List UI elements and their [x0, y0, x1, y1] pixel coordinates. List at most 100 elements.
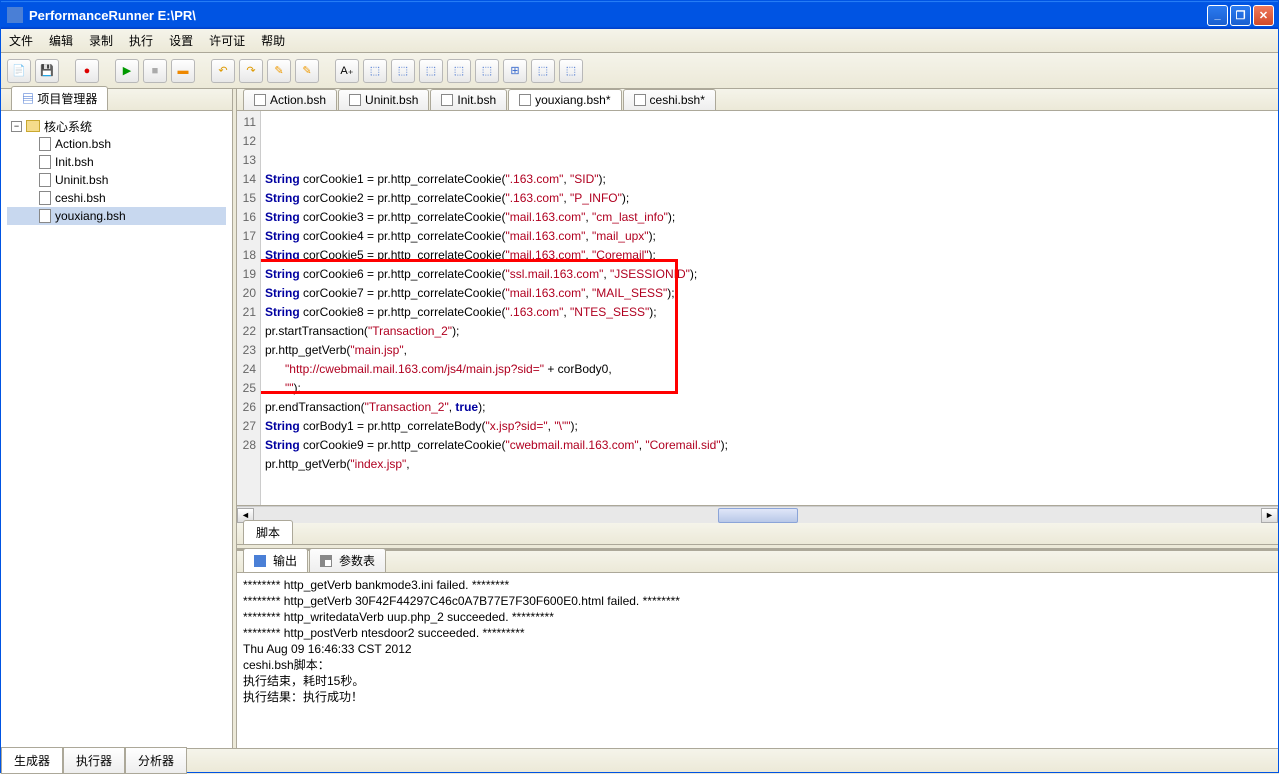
code-line: String corCookie4 = pr.http_correlateCoo…: [265, 227, 1274, 246]
editor-tab[interactable]: Init.bsh: [430, 89, 507, 110]
script-tab[interactable]: 脚本: [243, 520, 293, 544]
code-line: "http://cwebmail.mail.163.com/js4/main.j…: [265, 360, 1274, 379]
maximize-button[interactable]: ❐: [1230, 5, 1251, 26]
menubar: 文件编辑录制执行设置许可证帮助: [1, 29, 1278, 53]
code-editor[interactable]: 111213141516171819202122232425262728 Str…: [237, 111, 1278, 506]
file-icon: [441, 94, 453, 106]
bottom-tabs: 生成器执行器分析器: [1, 748, 1278, 772]
file-icon: [519, 94, 531, 106]
tool4-button[interactable]: ⬚: [447, 59, 471, 83]
output-line: ******** http_getVerb bankmode3.ini fail…: [243, 577, 1272, 593]
output-icon: [254, 555, 266, 567]
bottom-tab[interactable]: 分析器: [125, 747, 187, 774]
undo-button[interactable]: ↶: [211, 59, 235, 83]
run-button[interactable]: ▶: [115, 59, 139, 83]
code-line: String corCookie3 = pr.http_correlateCoo…: [265, 208, 1274, 227]
output-line: ceshi.bsh脚本：: [243, 657, 1272, 673]
save-button[interactable]: 💾: [35, 59, 59, 83]
editor-tab[interactable]: Uninit.bsh: [338, 89, 429, 110]
tree-root[interactable]: − 核心系统: [7, 117, 226, 135]
file-icon: [39, 191, 51, 205]
highlight2-button[interactable]: ✎: [295, 59, 319, 83]
code-line: String corCookie8 = pr.http_correlateCoo…: [265, 303, 1274, 322]
code-line: String corCookie2 = pr.http_correlateCoo…: [265, 189, 1274, 208]
file-icon: [39, 173, 51, 187]
collapse-icon[interactable]: −: [11, 121, 22, 132]
bottom-tab[interactable]: 执行器: [63, 747, 125, 774]
menu-item[interactable]: 文件: [9, 32, 33, 49]
folder-icon: [26, 120, 40, 132]
scroll-thumb[interactable]: [718, 508, 798, 523]
code-line: pr.startTransaction("Transaction_2");: [265, 322, 1274, 341]
stop-button[interactable]: ■: [143, 59, 167, 83]
menu-item[interactable]: 录制: [89, 32, 113, 49]
tool5-button[interactable]: ⬚: [475, 59, 499, 83]
output-line: ******** http_writedataVerb uup.php_2 su…: [243, 609, 1272, 625]
close-button[interactable]: ✕: [1253, 5, 1274, 26]
minimize-button[interactable]: _: [1207, 5, 1228, 26]
tree-item[interactable]: Action.bsh: [7, 135, 226, 153]
new-button[interactable]: 📄: [7, 59, 31, 83]
titlebar: PerformanceRunner E:\PR\ _ ❐ ✕: [1, 1, 1278, 29]
menu-item[interactable]: 帮助: [261, 32, 285, 49]
editor-tab[interactable]: Action.bsh: [243, 89, 337, 110]
file-icon: [39, 137, 51, 151]
output-line: ******** http_getVerb 30F42F44297C46c0A7…: [243, 593, 1272, 609]
tool1-button[interactable]: ⬚: [363, 59, 387, 83]
output-panel: 输出参数表 ******** http_getVerb bankmode3.in…: [237, 548, 1278, 748]
code-line: String corBody1 = pr.http_correlateBody(…: [265, 417, 1274, 436]
horizontal-scrollbar[interactable]: ◄ ►: [237, 506, 1278, 523]
output-tab[interactable]: 输出: [243, 548, 308, 572]
table-icon: [320, 555, 332, 567]
project-manager-tab[interactable]: ▤ 项目管理器: [11, 86, 108, 110]
bottom-tab[interactable]: 生成器: [1, 747, 63, 774]
tree-item[interactable]: ceshi.bsh: [7, 189, 226, 207]
line-gutter: 111213141516171819202122232425262728: [237, 111, 261, 505]
window-title: PerformanceRunner E:\PR\: [27, 8, 1207, 23]
editor-tab[interactable]: ceshi.bsh*: [623, 89, 716, 110]
tool8-button[interactable]: ⬚: [559, 59, 583, 83]
code-line: pr.http_getVerb("index.jsp",: [265, 455, 1274, 474]
code-line: pr.http_getVerb("main.jsp",: [265, 341, 1274, 360]
output-line: ******** http_postVerb ntesdoor2 succeed…: [243, 625, 1272, 641]
output-text[interactable]: ******** http_getVerb bankmode3.ini fail…: [237, 573, 1278, 748]
code-area[interactable]: String corCookie1 = pr.http_correlateCoo…: [261, 111, 1278, 505]
file-icon: [39, 209, 51, 223]
menu-item[interactable]: 执行: [129, 32, 153, 49]
project-tree: − 核心系统 Action.bshInit.bshUninit.bshceshi…: [1, 111, 232, 748]
code-line: String corCookie9 = pr.http_correlateCoo…: [265, 436, 1274, 455]
app-icon: [7, 7, 23, 23]
editor-tabs: Action.bshUninit.bshInit.bshyouxiang.bsh…: [237, 89, 1278, 111]
file-icon: [349, 94, 361, 106]
scroll-right-button[interactable]: ►: [1261, 508, 1278, 523]
record-button[interactable]: ●: [75, 59, 99, 83]
code-line: "");: [265, 379, 1274, 398]
tree-item[interactable]: Init.bsh: [7, 153, 226, 171]
tool2-button[interactable]: ⬚: [391, 59, 415, 83]
tool7-button[interactable]: ⬚: [531, 59, 555, 83]
menu-item[interactable]: 许可证: [209, 32, 245, 49]
output-line: 执行结束，耗时15秒。: [243, 673, 1272, 689]
pause-button[interactable]: ▬: [171, 59, 195, 83]
highlight-button[interactable]: ✎: [267, 59, 291, 83]
output-tab[interactable]: 参数表: [309, 548, 386, 572]
output-line: Thu Aug 09 16:46:33 CST 2012: [243, 641, 1272, 657]
redo-button[interactable]: ↷: [239, 59, 263, 83]
code-line: String corCookie6 = pr.http_correlateCoo…: [265, 265, 1274, 284]
file-icon: [634, 94, 646, 106]
font-button[interactable]: A₊: [335, 59, 359, 83]
tool6-button[interactable]: ⊞: [503, 59, 527, 83]
code-line: String corCookie1 = pr.http_correlateCoo…: [265, 170, 1274, 189]
code-line: String corCookie5 = pr.http_correlateCoo…: [265, 246, 1274, 265]
menu-item[interactable]: 编辑: [49, 32, 73, 49]
editor-tab[interactable]: youxiang.bsh*: [508, 89, 621, 110]
file-icon: [254, 94, 266, 106]
tool3-button[interactable]: ⬚: [419, 59, 443, 83]
menu-item[interactable]: 设置: [169, 32, 193, 49]
tree-item[interactable]: Uninit.bsh: [7, 171, 226, 189]
output-line: 执行结果：执行成功！: [243, 689, 1272, 705]
tree-item[interactable]: youxiang.bsh: [7, 207, 226, 225]
code-line: String corCookie7 = pr.http_correlateCoo…: [265, 284, 1274, 303]
toolbar: 📄 💾 ● ▶ ■ ▬ ↶ ↷ ✎ ✎ A₊ ⬚ ⬚ ⬚ ⬚ ⬚ ⊞ ⬚ ⬚: [1, 53, 1278, 89]
sidebar: ▤ 项目管理器 − 核心系统 Action.bshInit.bshUninit.…: [1, 89, 233, 748]
